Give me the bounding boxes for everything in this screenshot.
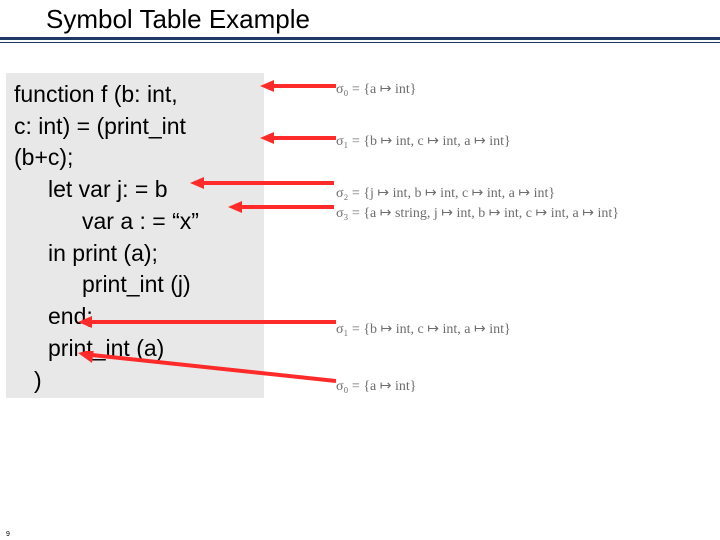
- code-line: c: int) = (print_int: [14, 111, 256, 143]
- title-block: Symbol Table Example: [0, 0, 720, 35]
- page-number: 9: [6, 531, 10, 538]
- title-rule-thick: [0, 37, 720, 40]
- arrow-icon: [190, 176, 334, 190]
- code-line: (b+c);: [14, 142, 256, 174]
- slide-page: Symbol Table Example function f (b: int,…: [0, 0, 720, 540]
- sigma-1-a: σ₁ = {b ↦ int, c ↦ int, a ↦ int}: [336, 133, 511, 150]
- code-line: in print (a);: [14, 238, 256, 270]
- arrow-icon: [78, 351, 336, 387]
- arrow-icon: [228, 200, 334, 214]
- sigma-0-bottom: σ₀ = {a ↦ int}: [336, 378, 417, 395]
- code-block: function f (b: int, c: int) = (print_int…: [6, 73, 264, 398]
- title-rule-thin: [0, 42, 720, 43]
- arrow-icon: [78, 315, 336, 329]
- sigma-2: σ₂ = {j ↦ int, b ↦ int, c ↦ int, a ↦ int…: [336, 185, 555, 202]
- sigma-1-b: σ₁ = {b ↦ int, c ↦ int, a ↦ int}: [336, 321, 511, 338]
- sigma-3: σ₃ = {a ↦ string, j ↦ int, b ↦ int, c ↦ …: [336, 205, 619, 222]
- arrow-icon: [260, 131, 336, 145]
- arrow-icon: [260, 79, 336, 93]
- code-line: print_int (j): [14, 269, 256, 301]
- sigma-0-top: σ₀ = {a ↦ int}: [336, 81, 417, 98]
- code-line: function f (b: int,: [14, 79, 256, 111]
- slide-title: Symbol Table Example: [46, 4, 720, 35]
- code-line: var a : = “x”: [14, 206, 256, 238]
